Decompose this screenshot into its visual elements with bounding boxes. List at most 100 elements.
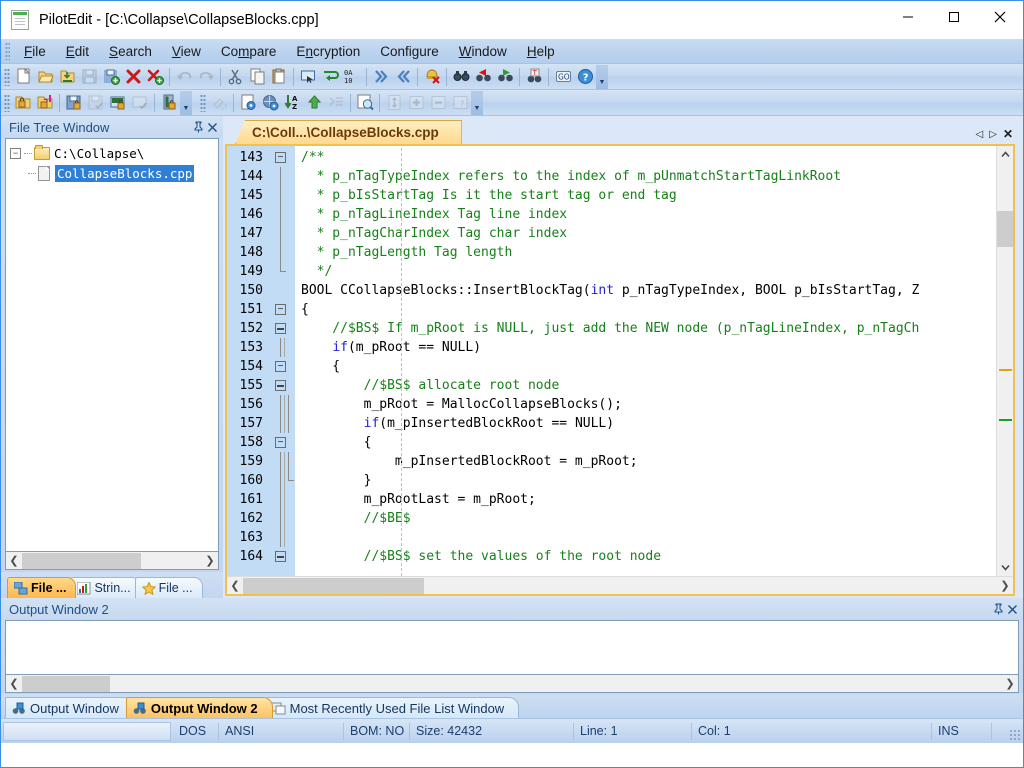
code-line[interactable]: */ <box>295 262 1013 281</box>
zoom-in-icon[interactable] <box>405 92 427 114</box>
tab-output-window-2[interactable]: Output Window 2 <box>126 697 273 718</box>
toolbar-overflow-button-3[interactable] <box>471 91 483 115</box>
output-content[interactable] <box>5 620 1019 675</box>
fold-collapse-icon[interactable] <box>275 380 286 391</box>
menu-file[interactable]: FFileile <box>14 42 56 61</box>
close-add-icon[interactable] <box>144 66 166 88</box>
code-line[interactable]: m_pRoot = MallocCollapseBlocks(); <box>295 395 1013 414</box>
resize-icon[interactable] <box>383 92 405 114</box>
expand-toggle-icon[interactable]: − <box>10 148 21 159</box>
code-line[interactable]: { <box>295 357 1013 376</box>
open-file-icon[interactable] <box>34 66 56 88</box>
fold-collapse-icon[interactable]: − <box>275 152 286 163</box>
record-macro-icon[interactable] <box>208 92 230 114</box>
toolbar-grip-encryption[interactable] <box>4 94 10 112</box>
cut-icon[interactable] <box>224 66 246 88</box>
fold-marker[interactable]: − <box>269 300 295 319</box>
fold-marker[interactable] <box>269 471 295 490</box>
window-help-icon[interactable]: ? <box>449 92 471 114</box>
code-line[interactable]: * p_nTagCharIndex Tag char index <box>295 224 1013 243</box>
code-line[interactable]: //$BS$ allocate root node <box>295 376 1013 395</box>
minimize-button[interactable] <box>885 1 931 33</box>
decrypt-folder-icon[interactable] <box>34 92 56 114</box>
open-download-icon[interactable] <box>56 66 78 88</box>
encrypt-file-icon[interactable] <box>107 92 129 114</box>
file-settings-icon[interactable] <box>237 92 259 114</box>
goto-line-icon[interactable]: GO <box>552 66 574 88</box>
toolbar-grip[interactable] <box>4 68 10 86</box>
fold-marker[interactable] <box>269 243 295 262</box>
sidebar-tab-favorites[interactable]: File ... <box>135 577 203 598</box>
scroll-down-icon[interactable] <box>997 559 1014 576</box>
indent-icon[interactable] <box>325 92 347 114</box>
select-block-icon[interactable] <box>297 66 319 88</box>
editor-viewport[interactable]: 1431441451461471481491501511521531541551… <box>227 146 1013 576</box>
maximize-button[interactable] <box>931 1 977 33</box>
bookmark-clear-icon[interactable] <box>421 66 443 88</box>
editor-vscrollbar[interactable] <box>996 146 1013 576</box>
save-encrypted-icon[interactable] <box>63 92 85 114</box>
fold-marker[interactable] <box>269 205 295 224</box>
tree-item-file[interactable]: CollapseBlocks.cpp <box>6 163 218 183</box>
collapse-all-icon[interactable] <box>392 66 414 88</box>
file-tree-body[interactable]: − C:\Collapse\ CollapseBlocks.cpp <box>5 138 219 552</box>
find-replace-icon[interactable]: T <box>523 66 545 88</box>
fold-marker[interactable] <box>269 319 295 338</box>
code-line[interactable]: //$BS$ set the values of the root node <box>295 547 1013 566</box>
find-prev-icon[interactable] <box>472 66 494 88</box>
code-line[interactable]: if(m_pInsertedBlockRoot == NULL) <box>295 414 1013 433</box>
hscroll-track[interactable] <box>22 553 202 569</box>
menu-compare[interactable]: Compare <box>211 42 287 61</box>
menu-help[interactable]: Help <box>517 42 565 61</box>
document-tab[interactable]: C:\Coll...\CollapseBlocks.cpp <box>235 120 462 144</box>
tab-scroll-prev-icon[interactable]: ◁ <box>976 129 984 140</box>
code-folding-column[interactable]: − − − − <box>269 146 295 576</box>
code-line[interactable]: //$BE$ <box>295 509 1013 528</box>
scroll-up-icon[interactable] <box>997 146 1014 163</box>
fold-marker[interactable] <box>269 395 295 414</box>
hex-mode-icon[interactable]: 0A10 <box>341 66 363 88</box>
code-line[interactable]: m_pInsertedBlockRoot = m_pRoot; <box>295 452 1013 471</box>
menu-view[interactable]: View <box>162 42 211 61</box>
resize-grip[interactable] <box>1009 729 1021 741</box>
fold-marker[interactable]: − <box>269 357 295 376</box>
fold-collapse-icon[interactable] <box>275 323 286 334</box>
expand-all-icon[interactable] <box>370 66 392 88</box>
menu-search[interactable]: Search <box>99 42 162 61</box>
fold-marker[interactable] <box>269 509 295 528</box>
fold-marker[interactable] <box>269 224 295 243</box>
close-icon[interactable] <box>1005 601 1019 617</box>
undo-icon[interactable] <box>173 66 195 88</box>
toolbar-grip-tools[interactable] <box>200 94 206 112</box>
tab-mru-file-list[interactable]: Most Recently Used File List Window <box>265 697 520 718</box>
fold-collapse-icon[interactable]: − <box>275 361 286 372</box>
close-button[interactable] <box>977 1 1023 33</box>
close-file-icon[interactable] <box>122 66 144 88</box>
find-icon[interactable] <box>450 66 472 88</box>
move-up-icon[interactable] <box>303 92 325 114</box>
fold-marker[interactable] <box>269 281 295 300</box>
hscroll-track[interactable] <box>22 676 1002 692</box>
hscroll-track[interactable] <box>243 578 997 594</box>
fold-marker[interactable] <box>269 528 295 547</box>
save-icon[interactable] <box>78 66 100 88</box>
scroll-left-icon[interactable]: ❮ <box>227 578 243 594</box>
zoom-out-icon[interactable] <box>427 92 449 114</box>
code-line[interactable]: m_pRootLast = m_pRoot; <box>295 490 1013 509</box>
lock-icon[interactable] <box>158 92 180 114</box>
hscroll-thumb[interactable] <box>243 578 424 594</box>
scroll-right-icon[interactable]: ❯ <box>1002 676 1018 692</box>
scroll-right-icon[interactable]: ❯ <box>202 553 218 569</box>
fold-collapse-icon[interactable] <box>275 551 286 562</box>
copy-icon[interactable] <box>246 66 268 88</box>
decrypt-file-icon[interactable] <box>129 92 151 114</box>
vscroll-thumb[interactable] <box>997 211 1014 247</box>
fold-marker[interactable] <box>269 490 295 509</box>
toolbar-overflow-button-2[interactable] <box>180 91 192 115</box>
fold-marker[interactable] <box>269 262 295 281</box>
fold-collapse-icon[interactable]: − <box>275 437 286 448</box>
code-line[interactable]: * p_bIsStartTag Is it the start tag or e… <box>295 186 1013 205</box>
fold-marker[interactable] <box>269 376 295 395</box>
fold-marker[interactable]: − <box>269 148 295 167</box>
code-line[interactable]: } <box>295 471 1013 490</box>
